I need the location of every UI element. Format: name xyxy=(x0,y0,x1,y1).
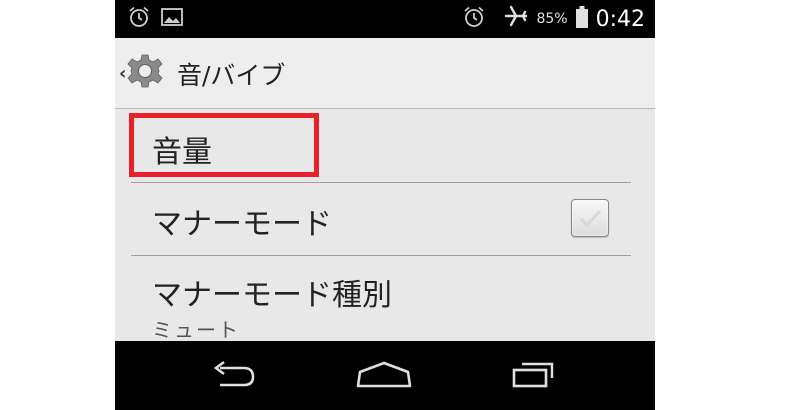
notification-icons xyxy=(127,0,183,38)
status-bar: 85% 0:42 xyxy=(115,0,655,38)
highlight-box xyxy=(129,113,319,177)
back-icon xyxy=(213,360,255,387)
home-icon xyxy=(356,361,412,388)
recent-apps-button[interactable] xyxy=(501,355,571,395)
alarm-icon xyxy=(127,5,151,33)
battery-icon xyxy=(575,6,588,32)
phone-screen: 85% 0:42 ‹ 音/バイブ 音量 マナーモード マナーモード種別 ミュート xyxy=(115,0,655,410)
clock-time: 0:42 xyxy=(595,6,645,32)
page-title: 音/バイブ xyxy=(177,61,286,90)
system-icons: 85% 0:42 xyxy=(462,0,645,38)
battery-percent: 85% xyxy=(536,11,568,27)
recent-apps-icon xyxy=(512,362,554,388)
setting-manner-mode-type[interactable]: マナーモード種別 ミュート xyxy=(115,256,655,342)
setting-volume[interactable]: 音量 xyxy=(115,109,655,181)
check-mark-icon xyxy=(579,209,602,228)
airplane-mode-icon xyxy=(504,5,528,33)
action-bar: ‹ 音/バイブ xyxy=(115,38,655,109)
setting-summary: ミュート xyxy=(152,318,240,342)
home-button[interactable] xyxy=(349,355,419,395)
setting-title: マナーモード xyxy=(152,207,332,242)
chevron-left-icon: ‹ xyxy=(119,62,127,84)
alarm-icon xyxy=(462,5,486,33)
manner-mode-checkbox[interactable] xyxy=(571,199,609,237)
navigation-bar xyxy=(115,341,655,410)
setting-title: マナーモード種別 xyxy=(152,278,392,313)
up-navigation-button[interactable]: ‹ xyxy=(119,54,179,88)
gear-icon xyxy=(127,53,163,93)
image-icon xyxy=(161,7,183,31)
back-button[interactable] xyxy=(199,355,269,395)
